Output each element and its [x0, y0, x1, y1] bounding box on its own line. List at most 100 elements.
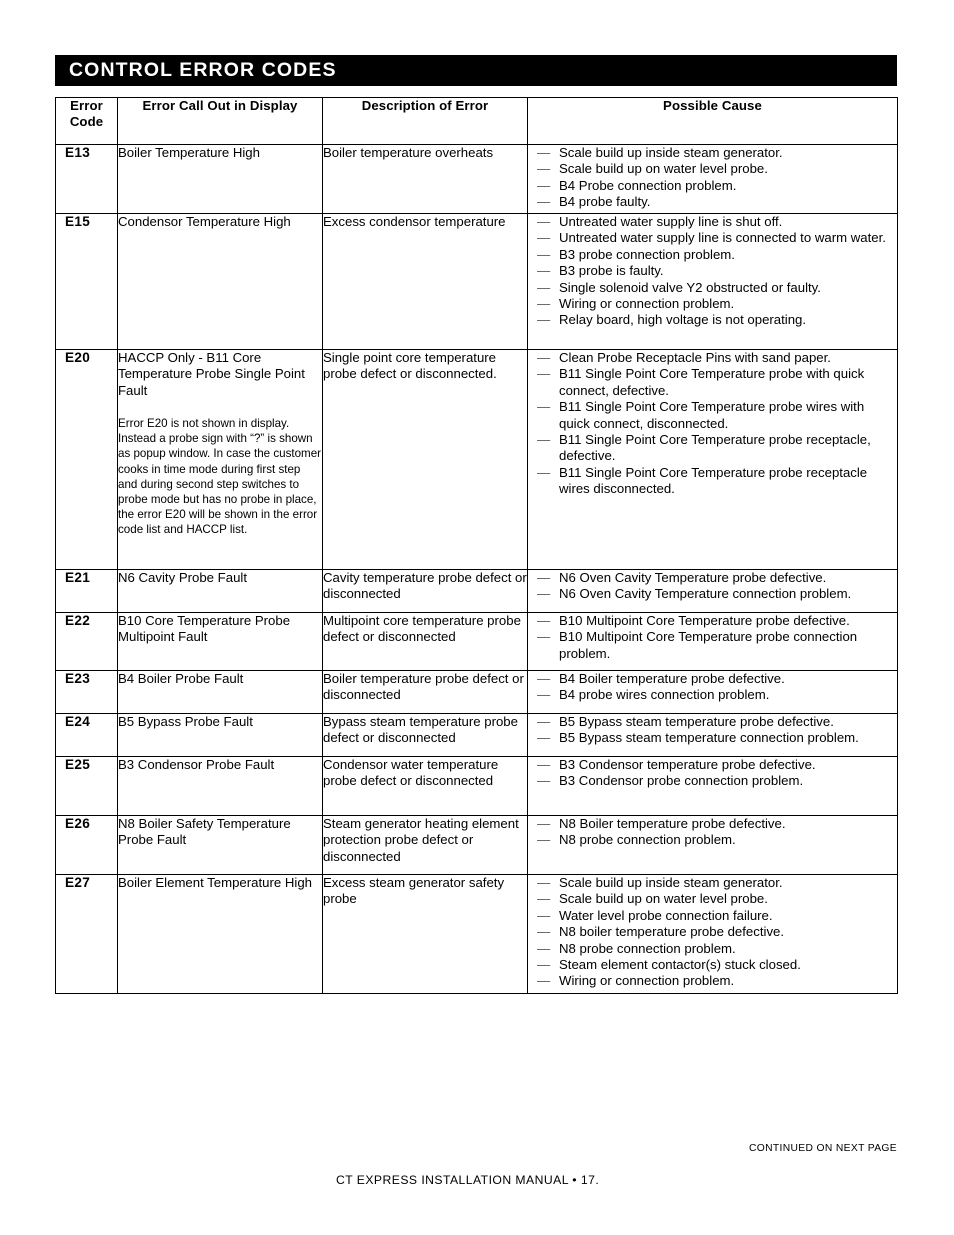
em-dash-bullet-icon: —: [537, 875, 551, 890]
description-cell: Single point core temperature probe defe…: [322, 349, 528, 570]
table-row: E25 B3 Condensor Probe Fault Condensor w…: [55, 756, 898, 816]
em-dash-bullet-icon: —: [537, 730, 551, 746]
continued-notice: CONTINUED ON NEXT PAGE: [748, 1143, 897, 1154]
table-body: Error Code Error Call Out in Display Des…: [55, 97, 898, 994]
column-header-error-code: Error Code: [55, 97, 118, 145]
cause-item: — B5 Bypass steam temperature connection …: [537, 730, 859, 746]
em-dash-bullet-icon: —: [537, 816, 551, 831]
column-header-possible-cause: Possible Cause: [527, 97, 898, 145]
cause-item: — Water level probe connection failure.: [537, 907, 773, 923]
cause-item: — B11 Single Point Core Temperature probe…: [537, 399, 865, 431]
cause-item: — B4 Boiler temperature probe defective.: [537, 671, 785, 686]
em-dash-bullet-icon: —: [537, 613, 551, 628]
error-code-cell: E26: [55, 815, 118, 875]
table-row: E24 B5 Bypass Probe Fault Bypass steam t…: [55, 713, 898, 757]
possible-cause-cell: — Scale build up inside steam generator. —…: [527, 144, 898, 214]
call-out-cell: N8 Boiler Safety Temperature Probe Fault: [117, 815, 323, 875]
em-dash-bullet-icon: —: [537, 194, 551, 210]
cause-item: — B3 Condensor probe connection problem.: [537, 773, 804, 789]
table-row: E22 B10 Core Temperature Probe Multipoin…: [55, 612, 898, 671]
table-row: E27 Boiler Element Temperature High Exce…: [55, 874, 898, 994]
table-row: E21 N6 Cavity Probe Fault Cavity tempera…: [55, 569, 898, 613]
em-dash-bullet-icon: —: [537, 161, 551, 177]
cause-list: — Scale build up inside steam generator. —…: [537, 875, 897, 990]
error-code-cell: E23: [55, 670, 118, 714]
call-out-cell: B4 Boiler Probe Fault: [117, 670, 323, 714]
cause-list: — B3 Condensor temperature probe defectiv…: [537, 757, 897, 790]
cause-item: — Steam element contactor(s) stuck closed…: [537, 957, 801, 973]
cause-item: — B10 Multipoint Core Temperature probe d…: [537, 613, 850, 628]
cause-item: — B4 probe wires connection problem.: [537, 687, 770, 703]
possible-cause-cell: — Scale build up inside steam generator. —…: [527, 874, 898, 994]
cause-item: — B5 Bypass steam temperature probe defec…: [537, 714, 834, 729]
em-dash-bullet-icon: —: [537, 973, 551, 989]
em-dash-bullet-icon: —: [537, 957, 551, 973]
cause-list: — N6 Oven Cavity Temperature probe defect…: [537, 570, 897, 603]
em-dash-bullet-icon: —: [537, 832, 551, 848]
footer-manual-line: CT EXPRESS INSTALLATION MANUAL • 17.: [336, 1173, 600, 1187]
cause-list: — Scale build up inside steam generator. —…: [537, 145, 897, 211]
column-header-error-code-line2: Code: [69, 114, 104, 129]
cause-item: — N8 Boiler temperature probe defective.: [537, 816, 786, 831]
em-dash-bullet-icon: —: [537, 714, 551, 729]
table-row: E23 B4 Boiler Probe Fault Boiler tempera…: [55, 670, 898, 714]
call-out-cell: B3 Condensor Probe Fault: [117, 756, 323, 816]
cause-item: — Relay board, high voltage is not operat…: [537, 312, 807, 328]
em-dash-bullet-icon: —: [537, 570, 551, 585]
error-code-cell: E27: [55, 874, 118, 994]
em-dash-bullet-icon: —: [537, 263, 551, 279]
em-dash-bullet-icon: —: [537, 246, 551, 262]
cause-item: — Scale build up on water level probe.: [537, 891, 768, 907]
cause-item: — Untreated water supply line is shut off…: [537, 214, 783, 229]
cause-item: — B10 Multipoint Core Temperature probe c…: [537, 629, 858, 661]
cause-item: — B4 Probe connection problem.: [537, 177, 737, 193]
em-dash-bullet-icon: —: [537, 432, 551, 448]
error-codes-table-container: Error Code Error Call Out in Display Des…: [55, 97, 898, 994]
em-dash-bullet-icon: —: [537, 214, 551, 229]
em-dash-bullet-icon: —: [537, 687, 551, 703]
table-header-row: Error Code Error Call Out in Display Des…: [55, 97, 898, 145]
em-dash-bullet-icon: —: [537, 399, 551, 415]
cause-item: — B4 probe faulty.: [537, 194, 651, 210]
cause-item: — N6 Oven Cavity Temperature probe defect…: [537, 570, 827, 585]
cause-item: — Scale build up on water level probe.: [537, 161, 768, 177]
table-row: E13 Boiler Temperature High Boiler tempe…: [55, 144, 898, 214]
em-dash-bullet-icon: —: [537, 629, 551, 645]
table-row: E20 HACCP Only - B11 Core Temperature Pr…: [55, 349, 898, 570]
error-code-cell: E15: [55, 213, 118, 350]
cause-item: — N8 probe connection problem.: [537, 832, 736, 848]
page: CONTROL ERROR CODES Error Code Error Cal…: [0, 0, 954, 1235]
cause-list: — B5 Bypass steam temperature probe defec…: [537, 714, 897, 747]
description-cell: Excess condensor temperature: [322, 213, 528, 350]
description-cell: Boiler temperature probe defect or disco…: [322, 670, 528, 714]
column-header-error-code-line1: Error: [70, 98, 103, 113]
cause-item: — Clean Probe Receptacle Pins with sand p…: [537, 350, 831, 365]
cause-list: — Clean Probe Receptacle Pins with sand p…: [537, 350, 897, 498]
cause-item: — Untreated water supply line is connecte…: [537, 230, 886, 246]
page-title: CONTROL ERROR CODES: [69, 58, 337, 81]
em-dash-bullet-icon: —: [537, 773, 551, 789]
possible-cause-cell: — N6 Oven Cavity Temperature probe defect…: [527, 569, 898, 613]
possible-cause-cell: — B10 Multipoint Core Temperature probe d…: [527, 612, 898, 671]
call-out-cell: Boiler Temperature High: [117, 144, 323, 214]
em-dash-bullet-icon: —: [537, 230, 551, 246]
em-dash-bullet-icon: —: [537, 464, 551, 480]
possible-cause-cell: — B3 Condensor temperature probe defectiv…: [527, 756, 898, 816]
description-cell: Bypass steam temperature probe defect or…: [322, 713, 528, 757]
em-dash-bullet-icon: —: [537, 296, 551, 312]
section-banner: CONTROL ERROR CODES: [55, 55, 897, 86]
description-cell: Boiler temperature overheats: [322, 144, 528, 214]
call-out-cell: Condensor Temperature High: [117, 213, 323, 350]
error-code-cell: E13: [55, 144, 118, 214]
em-dash-bullet-icon: —: [537, 350, 551, 365]
possible-cause-cell: — N8 Boiler temperature probe defective. —…: [527, 815, 898, 875]
description-cell: Excess steam generator safety probe: [322, 874, 528, 994]
cause-list: — N8 Boiler temperature probe defective. —…: [537, 816, 897, 849]
error-code-cell: E21: [55, 569, 118, 613]
error-code-cell: E24: [55, 713, 118, 757]
em-dash-bullet-icon: —: [537, 891, 551, 907]
possible-cause-cell: — B4 Boiler temperature probe defective. —…: [527, 670, 898, 714]
cause-item: — Scale build up inside steam generator.: [537, 875, 783, 890]
cause-item: — N8 boiler temperature probe defective.: [537, 924, 785, 940]
column-header-description: Description of Error: [322, 97, 528, 145]
